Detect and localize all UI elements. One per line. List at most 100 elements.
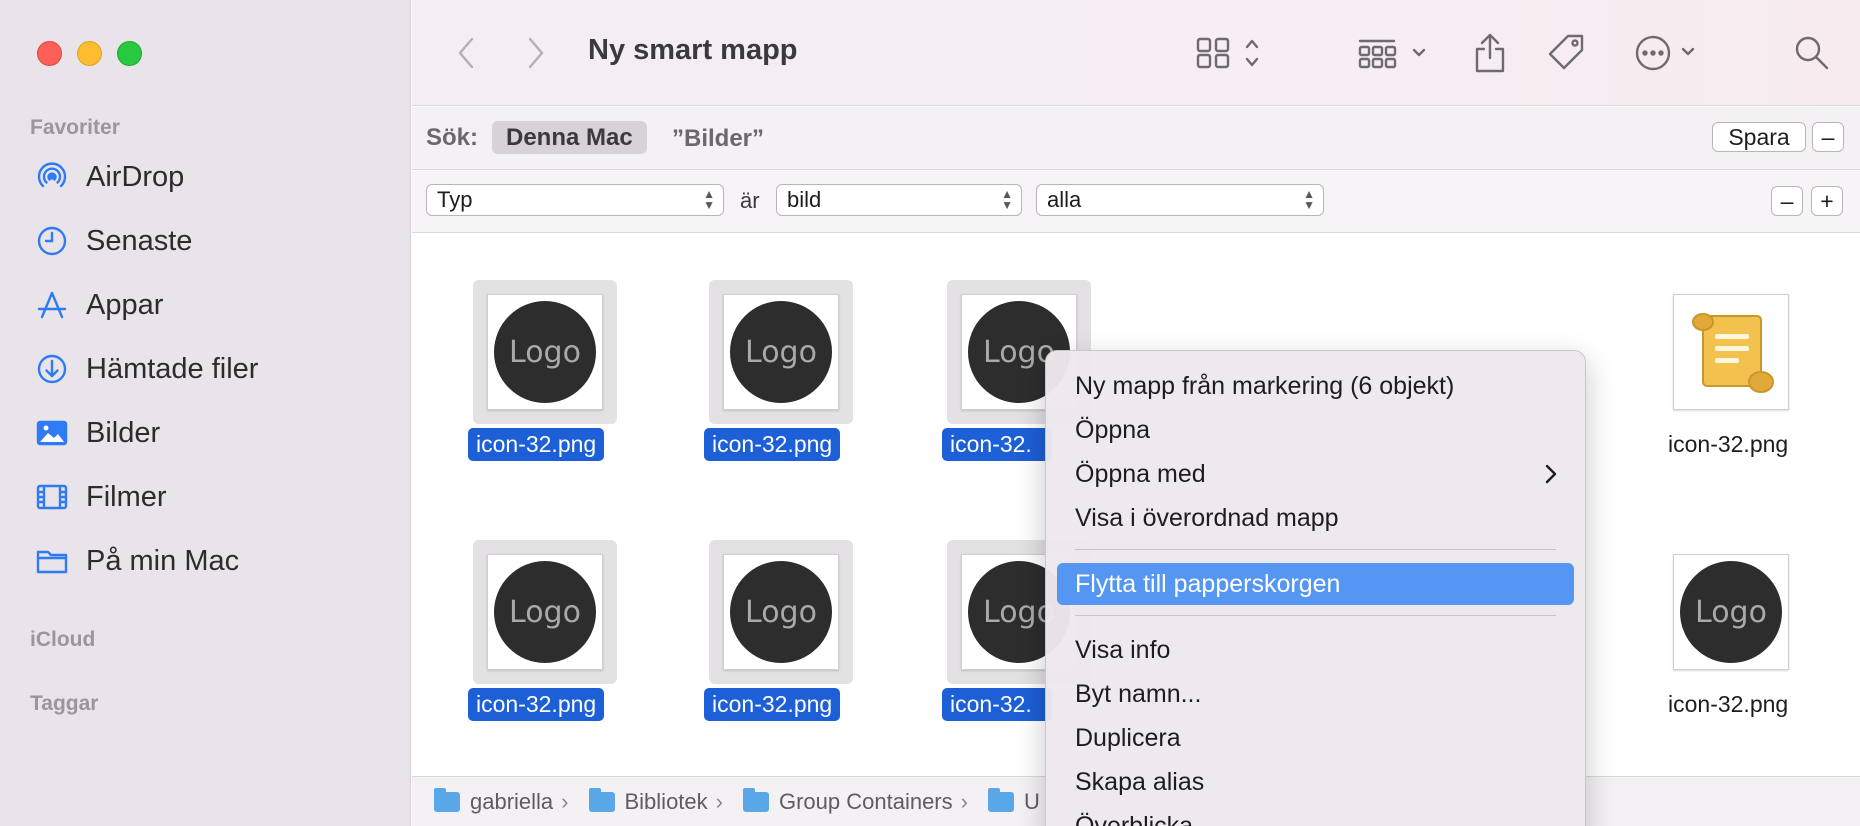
file-item[interactable]: Logo icon-32.png bbox=[1598, 494, 1798, 717]
qualifier-value: alla bbox=[1047, 187, 1082, 212]
close-window-button[interactable] bbox=[37, 41, 62, 66]
operator-label: är bbox=[740, 188, 760, 213]
popup-arrows-icon: ▲ ▼ bbox=[703, 187, 715, 212]
view-mode-button[interactable] bbox=[1196, 30, 1268, 76]
scope-this-mac[interactable]: Denna Mac bbox=[492, 121, 647, 154]
file-name[interactable]: icon-32.png bbox=[468, 428, 605, 461]
menu-item-get-info[interactable]: Visa info bbox=[1057, 629, 1574, 671]
sidebar-item-filmer[interactable]: Filmer bbox=[32, 474, 167, 520]
back-button[interactable] bbox=[454, 30, 478, 76]
path-segment[interactable]: Group Containers › bbox=[742, 787, 978, 815]
file-name[interactable]: icon-32.png bbox=[1660, 428, 1796, 461]
tag-icon bbox=[1548, 34, 1584, 70]
sidebar-item-label: Appar bbox=[86, 288, 164, 321]
chevron-right-icon: › bbox=[715, 788, 723, 814]
sidebar-item-pa-min-mac[interactable]: På min Mac bbox=[32, 538, 239, 584]
attribute-value: Typ bbox=[437, 187, 473, 212]
share-button[interactable] bbox=[1472, 30, 1508, 76]
favorites-header: Favoriter bbox=[30, 116, 120, 139]
attribute-popup[interactable]: Typ ▲ ▼ bbox=[426, 184, 724, 216]
file-thumbnail: Logo bbox=[723, 554, 839, 670]
menu-separator bbox=[1075, 549, 1556, 550]
chevron-right-icon: › bbox=[960, 788, 968, 814]
path-segment-label: Bibliotek bbox=[624, 788, 708, 814]
scroll-icon bbox=[1692, 313, 1774, 393]
file-name[interactable]: icon-32.png bbox=[704, 428, 841, 461]
sidebar-item-label: Filmer bbox=[86, 480, 167, 513]
menu-item-make-alias[interactable]: Skapa alias bbox=[1057, 761, 1574, 803]
group-button[interactable] bbox=[1358, 30, 1430, 76]
search-label: Sök: bbox=[426, 124, 479, 151]
sidebar-item-label: Senaste bbox=[86, 224, 193, 257]
sidebar-item-hamtade-filer[interactable]: Hämtade filer bbox=[32, 346, 258, 392]
save-search-button[interactable]: Spara bbox=[1712, 122, 1806, 152]
zoom-window-button[interactable] bbox=[117, 41, 142, 66]
file-item[interactable]: Logo icon-32.png bbox=[648, 494, 853, 721]
chevron-right-icon bbox=[528, 37, 544, 69]
file-name[interactable]: icon-32. bbox=[942, 428, 1052, 461]
popup-arrows-icon: ▲ ▼ bbox=[1001, 187, 1013, 212]
file-item[interactable]: Logo icon-32.png bbox=[412, 494, 617, 721]
file-name[interactable]: icon-32.png bbox=[704, 688, 841, 721]
logo-image: Logo bbox=[494, 301, 596, 403]
menu-item-duplicate[interactable]: Duplicera bbox=[1057, 717, 1574, 759]
file-item[interactable]: Logo icon-32.png bbox=[412, 234, 617, 461]
folder-icon bbox=[32, 541, 72, 581]
home-folder-icon bbox=[434, 787, 460, 812]
context-menu: Ny mapp från markering (6 objekt) Öppna … bbox=[1045, 350, 1586, 826]
tags-header[interactable]: Taggar bbox=[30, 692, 98, 716]
minimize-window-button[interactable] bbox=[77, 41, 102, 66]
folder-icon bbox=[742, 787, 769, 812]
sidebar-item-label: Hämtade filer bbox=[86, 352, 259, 385]
file-thumbnail: Logo bbox=[723, 294, 839, 410]
scope-bilder[interactable]: ”Bilder” bbox=[672, 125, 764, 153]
group-icon bbox=[1358, 39, 1426, 69]
forward-button[interactable] bbox=[524, 30, 548, 76]
menu-item-new-folder-with-selection[interactable]: Ny mapp från markering (6 objekt) bbox=[1057, 365, 1574, 407]
file-name[interactable]: icon-32.png bbox=[1660, 688, 1796, 721]
icloud-header[interactable]: iCloud bbox=[30, 628, 95, 652]
menu-item-rename[interactable]: Byt namn... bbox=[1057, 673, 1574, 715]
download-icon bbox=[32, 349, 72, 389]
clock-icon bbox=[32, 221, 72, 261]
file-item[interactable]: icon-32.png bbox=[1598, 234, 1798, 457]
value-value: bild bbox=[787, 187, 822, 212]
add-criteria-button[interactable]: + bbox=[1811, 186, 1843, 216]
menu-item-move-to-trash[interactable]: Flytta till papperskorgen bbox=[1057, 563, 1574, 605]
menu-item-open-with[interactable]: Öppna med bbox=[1057, 453, 1574, 495]
sidebar-item-label: AirDrop bbox=[86, 160, 185, 193]
file-thumbnail: Logo bbox=[487, 294, 603, 410]
file-name[interactable]: icon-32.png bbox=[468, 688, 605, 721]
menu-item-label: Öppna med bbox=[1075, 460, 1206, 488]
logo-image: Logo bbox=[1680, 561, 1782, 663]
remove-search-button[interactable]: – bbox=[1812, 122, 1844, 152]
sidebar-item-bilder[interactable]: Bilder bbox=[32, 410, 160, 456]
path-segment[interactable]: Bibliotek › bbox=[588, 787, 733, 815]
menu-item-quick-look[interactable]: Överblicka bbox=[1057, 805, 1574, 826]
sidebar-item-airdrop[interactable]: AirDrop bbox=[32, 154, 184, 200]
logo-image: Logo bbox=[494, 561, 596, 663]
qualifier-popup[interactable]: alla ▲ ▼ bbox=[1036, 184, 1324, 216]
menu-item-show-in-enclosing-folder[interactable]: Visa i överordnad mapp bbox=[1057, 497, 1574, 539]
search-criteria-row: Typ ▲ ▼ är bild ▲ ▼ alla ▲ ▼ – + bbox=[412, 171, 1860, 233]
sidebar-item-appar[interactable]: Appar bbox=[32, 282, 163, 328]
more-actions-button[interactable] bbox=[1633, 30, 1705, 76]
sidebar-item-senaste[interactable]: Senaste bbox=[32, 218, 192, 264]
share-icon bbox=[1475, 33, 1505, 73]
file-thumbnail: Logo bbox=[487, 554, 603, 670]
value-popup[interactable]: bild ▲ ▼ bbox=[776, 184, 1022, 216]
search-icon bbox=[1795, 36, 1829, 70]
chevron-right-icon: › bbox=[561, 788, 569, 814]
remove-criteria-button[interactable]: – bbox=[1771, 186, 1803, 216]
file-name[interactable]: icon-32. bbox=[942, 688, 1052, 721]
path-segment[interactable]: U bbox=[987, 787, 1040, 815]
menu-item-open[interactable]: Öppna bbox=[1057, 409, 1574, 451]
tag-button[interactable] bbox=[1546, 30, 1588, 76]
chevron-left-icon bbox=[458, 37, 474, 69]
apps-icon bbox=[32, 285, 72, 325]
sidebar-item-label: Bilder bbox=[86, 416, 161, 449]
path-segment[interactable]: gabriella › bbox=[434, 787, 579, 815]
search-button[interactable] bbox=[1792, 30, 1832, 76]
path-segment-label: U bbox=[1023, 788, 1040, 814]
file-item[interactable]: Logo icon-32.png bbox=[648, 234, 853, 461]
